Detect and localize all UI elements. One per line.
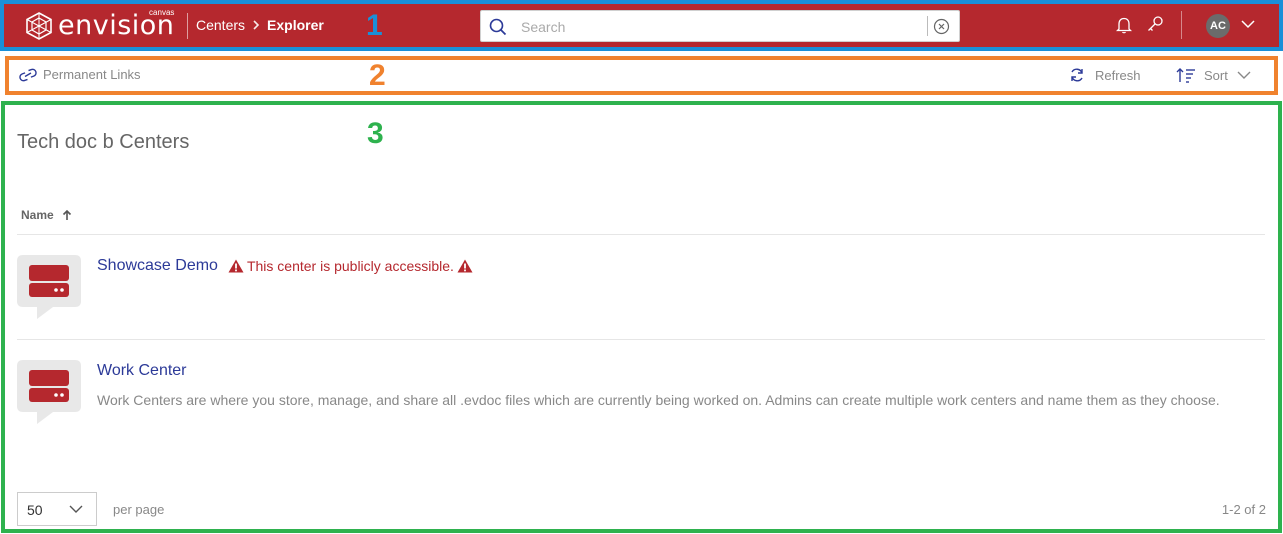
center-description: Work Centers are where you store, manage…	[97, 392, 1220, 408]
app-header: envision canvas Centers Explorer AC	[0, 0, 1283, 51]
search-icon	[489, 18, 507, 36]
region-label-3: 3	[367, 117, 384, 150]
search-input[interactable]	[521, 17, 901, 37]
header-divider	[187, 13, 188, 39]
permanent-links-button[interactable]: Permanent Links	[18, 67, 141, 82]
pagination-range: 1-2 of 2	[1221, 502, 1266, 517]
header-divider-right	[1181, 11, 1182, 39]
name-column-header[interactable]: Name	[21, 208, 72, 222]
key-icon[interactable]	[1146, 15, 1164, 33]
divider	[17, 234, 1265, 235]
envision-logo[interactable]: envision canvas	[24, 8, 174, 44]
warning-text: This center is publicly accessible.	[246, 258, 454, 274]
divider	[17, 339, 1265, 340]
public-warning: This center is publicly accessible.	[228, 258, 473, 274]
sort-icon	[1176, 68, 1195, 83]
breadcrumb: Centers Explorer	[196, 17, 324, 33]
logo-subtitle: canvas	[149, 8, 175, 17]
link-icon	[19, 68, 37, 81]
centers-panel: Tech doc b Centers Name Showcase Demo Th…	[1, 101, 1282, 533]
chevron-down-icon[interactable]	[1240, 18, 1256, 30]
sort-dropdown[interactable]: Sort	[1176, 67, 1252, 83]
center-icon	[17, 360, 81, 424]
per-page-value: 50	[27, 502, 43, 518]
warning-icon	[457, 259, 473, 273]
region-label-1: 1	[366, 9, 383, 42]
name-column-label: Name	[21, 208, 54, 222]
chevron-down-icon	[1237, 71, 1251, 79]
refresh-button[interactable]: Refresh	[1069, 67, 1141, 83]
refresh-icon	[1071, 68, 1083, 82]
permanent-links-label: Permanent Links	[43, 67, 141, 82]
sort-label: Sort	[1204, 67, 1228, 83]
refresh-label: Refresh	[1095, 67, 1141, 83]
clear-search-icon[interactable]	[933, 18, 950, 35]
toolbar: Permanent Links Refresh Sort	[5, 56, 1278, 95]
avatar[interactable]: AC	[1206, 14, 1230, 38]
search-divider	[927, 16, 928, 36]
center-icon	[17, 255, 81, 319]
cube-logo-icon	[26, 12, 52, 40]
per-page-select[interactable]: 50	[17, 492, 97, 526]
per-page-label: per page	[113, 502, 165, 517]
chevron-right-icon	[253, 20, 260, 30]
arrow-up-icon	[62, 209, 71, 220]
page-title: Tech doc b Centers	[17, 131, 190, 153]
chevron-down-icon	[69, 505, 83, 513]
warning-icon	[228, 259, 244, 273]
region-label-2: 2	[369, 59, 386, 92]
breadcrumb-centers[interactable]: Centers	[196, 17, 245, 33]
center-name-link[interactable]: Showcase Demo	[97, 257, 218, 275]
center-name-link[interactable]: Work Center	[97, 362, 187, 380]
breadcrumb-explorer: Explorer	[267, 17, 324, 33]
search-box	[480, 10, 960, 42]
bell-icon[interactable]	[1116, 16, 1132, 34]
